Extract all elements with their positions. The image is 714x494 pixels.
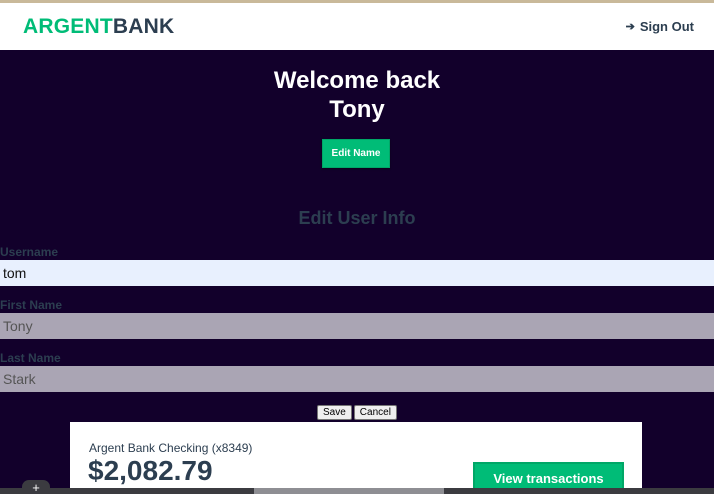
- edit-user-info-title: Edit User Info: [298, 208, 416, 228]
- argent-bank-logo[interactable]: ARGENTBANK: [23, 15, 174, 39]
- main-content: Welcome back Tony Edit Name Edit User In…: [0, 50, 714, 494]
- first-name-label: First Name: [0, 298, 63, 312]
- welcome-heading: Welcome back Tony: [0, 66, 714, 124]
- sign-out-icon: ➔: [625, 21, 635, 33]
- account-card: Argent Bank Checking (x8349) $2,082.79 V…: [70, 422, 642, 494]
- logo-text-argent: ARGENT: [23, 14, 113, 38]
- sign-out-link[interactable]: ➔ Sign Out: [626, 19, 694, 34]
- username-label: Username: [0, 245, 59, 259]
- edit-name-button[interactable]: Edit Name: [322, 139, 390, 168]
- account-amount: $2,082.79: [88, 455, 213, 486]
- welcome-line: Welcome back: [273, 67, 441, 94]
- account-title: Argent Bank Checking (x8349): [89, 441, 253, 455]
- horizontal-scrollbar[interactable]: [0, 488, 714, 494]
- form-buttons: Save Cancel: [317, 405, 397, 420]
- save-button[interactable]: Save: [317, 405, 352, 420]
- main-nav: ARGENTBANK ➔ Sign Out: [0, 3, 714, 50]
- scrollbar-thumb[interactable]: [254, 488, 444, 494]
- last-name-input[interactable]: Stark: [0, 366, 714, 392]
- plus-icon[interactable]: +: [22, 480, 50, 494]
- last-name-label: Last Name: [0, 351, 61, 365]
- first-name-input[interactable]: Tony: [0, 313, 714, 339]
- cancel-button[interactable]: Cancel: [353, 405, 397, 420]
- logo-text-bank: BANK: [112, 14, 175, 38]
- user-name: Tony: [329, 96, 385, 123]
- sign-out-label: Sign Out: [639, 19, 694, 34]
- username-input[interactable]: tom: [0, 260, 714, 286]
